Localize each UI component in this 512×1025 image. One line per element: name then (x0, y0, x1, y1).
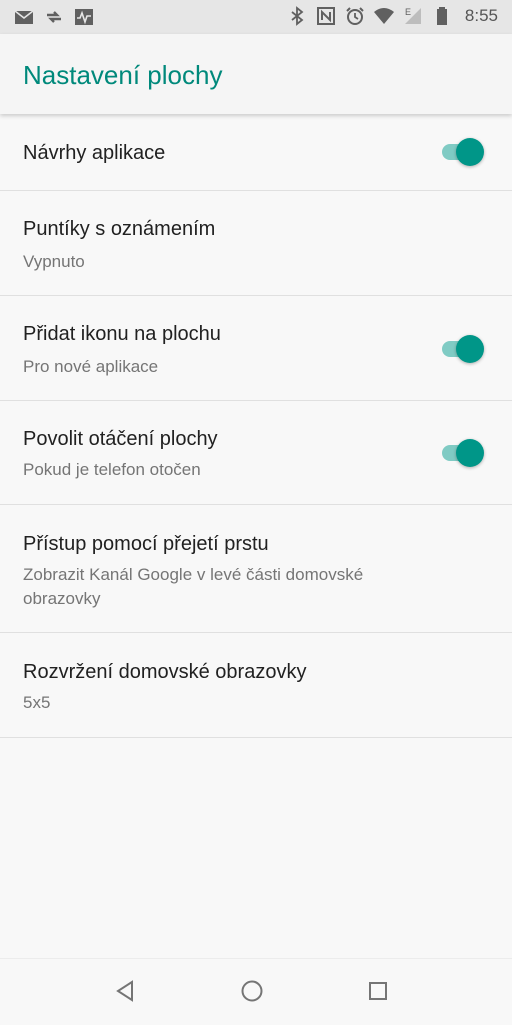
setting-title: Povolit otáčení plochy (23, 428, 218, 450)
network-type-label: E (405, 7, 411, 17)
app-toolbar: Nastavení plochy (0, 34, 512, 114)
setting-add-icon[interactable]: Přidat ikonu na plochu Pro nové aplikace (0, 296, 512, 401)
recents-icon[interactable] (364, 977, 392, 1005)
home-icon[interactable] (238, 977, 266, 1005)
setting-app-suggestions[interactable]: Návrhy aplikace (0, 116, 512, 191)
setting-summary: Pro nové aplikace (23, 357, 159, 376)
switch-thumb (456, 335, 484, 363)
setting-home-grid[interactable]: Rozvržení domovské obrazovky 5x5 (0, 633, 512, 738)
setting-summary: Vypnuto (23, 252, 85, 271)
setting-summary: 5x5 (23, 693, 51, 712)
sync-icon (47, 11, 61, 23)
alarm-icon (346, 7, 364, 25)
switch-thumb (456, 138, 484, 166)
setting-title: Přidat ikonu na plochu (23, 323, 221, 345)
wifi-icon (373, 8, 394, 24)
bluetooth-icon (291, 6, 304, 26)
navigation-bar (0, 958, 512, 1025)
signal-icon: E (404, 7, 421, 24)
add-icon-switch[interactable] (440, 333, 484, 363)
page-title: Nastavení plochy (23, 60, 223, 90)
setting-title: Přístup pomocí přejetí prstu (23, 533, 269, 555)
setting-allow-rotation[interactable]: Povolit otáčení plochy Pokud je telefon … (0, 401, 512, 505)
nfc-icon (316, 7, 335, 25)
status-bar: E 8:55 (0, 0, 512, 34)
activity-icon (75, 9, 93, 25)
setting-summary: Pokud je telefon otočen (23, 460, 201, 479)
setting-notification-dots[interactable]: Puntíky s oznámením Vypnuto (0, 191, 512, 296)
app-suggestions-switch[interactable] (440, 136, 484, 166)
back-icon[interactable] (112, 977, 140, 1005)
mail-icon (14, 10, 34, 24)
setting-title: Rozvržení domovské obrazovky (23, 661, 307, 683)
settings-list: Návrhy aplikace Puntíky s oznámením Vypn… (0, 116, 512, 738)
battery-icon (436, 7, 447, 25)
setting-swipe-access[interactable]: Přístup pomocí přejetí prstu Zobrazit Ka… (0, 505, 512, 633)
switch-thumb (456, 439, 484, 467)
status-clock: 8:55 (464, 6, 498, 25)
allow-rotation-switch[interactable] (440, 437, 484, 467)
setting-title: Návrhy aplikace (23, 142, 166, 164)
setting-summary: Zobrazit Kanál Google v levé části domov… (23, 565, 364, 608)
setting-title: Puntíky s oznámením (23, 218, 216, 240)
